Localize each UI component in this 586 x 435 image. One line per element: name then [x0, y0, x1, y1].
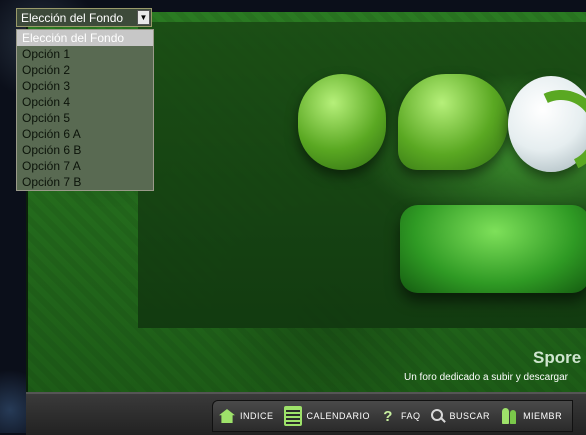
option-item[interactable]: Opción 5	[17, 110, 153, 126]
background-select[interactable]: Elección del Fondo ▼	[16, 8, 152, 27]
option-item[interactable]: Opción 6 A	[17, 126, 153, 142]
nav-label: BUSCAR	[449, 411, 491, 421]
site-subtitle: Un foro dedicado a subir y descargar	[404, 372, 568, 383]
option-item[interactable]: Elección del Fondo	[17, 30, 153, 46]
nav-label: FAQ	[401, 411, 421, 421]
calendar-icon	[283, 406, 302, 426]
search-icon	[430, 409, 445, 423]
option-item[interactable]: Opción 1	[17, 46, 153, 62]
nav-item-indice[interactable]: INDICE	[219, 409, 274, 423]
logo-letter-s	[298, 74, 386, 170]
select-value: Elección del Fondo	[21, 11, 124, 25]
option-item[interactable]: Opción 4	[17, 94, 153, 110]
option-item[interactable]: Opción 7 B	[17, 174, 153, 190]
nav-label: MIEMBR	[523, 411, 563, 421]
nav-item-buscar[interactable]: BUSCAR	[430, 409, 491, 423]
question-icon: ?	[383, 407, 393, 425]
members-icon	[500, 408, 518, 424]
home-icon	[219, 409, 235, 423]
nav-item-miembros[interactable]: MIEMBR	[500, 408, 562, 424]
logo-subword	[400, 205, 586, 293]
site-title: Spore	[533, 348, 582, 367]
nav-label: CALENDARIO	[306, 411, 371, 421]
background-options-list: Elección del Fondo Opción 1 Opción 2 Opc…	[16, 29, 154, 191]
option-item[interactable]: Opción 7 A	[17, 158, 153, 174]
main-menu: INDICE CALENDARIO ? FAQ BUSCAR MIEMBR	[212, 400, 574, 432]
logo-letter-p	[398, 74, 508, 170]
option-item[interactable]: Opción 6 B	[17, 142, 153, 158]
nav-label: INDICE	[240, 411, 274, 421]
nav-item-faq[interactable]: ? FAQ	[380, 407, 421, 425]
option-item[interactable]: Opción 2	[17, 62, 153, 78]
option-item[interactable]: Opción 3	[17, 78, 153, 94]
nav-item-calendario[interactable]: CALENDARIO	[283, 406, 371, 426]
chevron-down-icon[interactable]: ▼	[137, 10, 150, 25]
